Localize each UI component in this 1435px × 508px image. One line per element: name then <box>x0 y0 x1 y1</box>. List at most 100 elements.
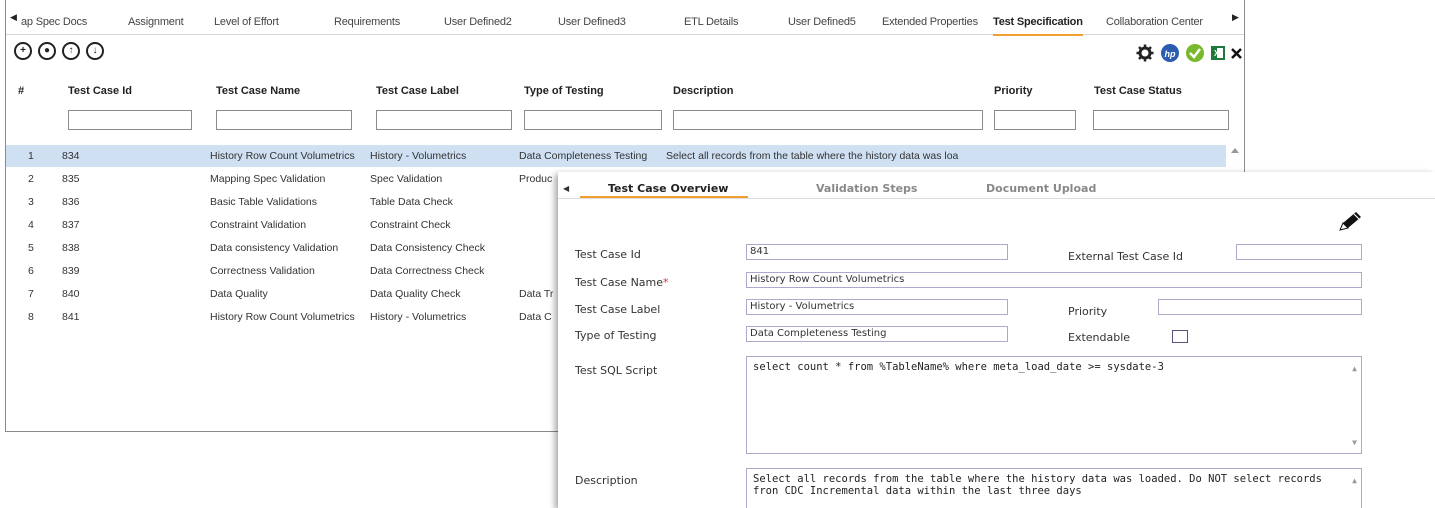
row-test-case-name: History Row Count Volumetrics <box>210 150 355 162</box>
priority-field[interactable] <box>1158 299 1362 315</box>
column-header-test-case-status[interactable]: Test Case Status <box>1094 85 1182 97</box>
column-header-test-case-id[interactable]: Test Case Id <box>68 85 132 97</box>
test-sql-script-text: select count * from %TableName% where me… <box>753 361 1164 373</box>
tab-bar: ◀ ap Spec Docs Assignment Level of Effor… <box>6 0 1244 36</box>
row-test-case-id: 837 <box>62 219 80 231</box>
row-test-case-name: History Row Count Volumetrics <box>210 311 355 323</box>
filter-test-case-label[interactable] <box>376 110 512 130</box>
detail-tab-bar: ◀ Test Case Overview Validation Steps Do… <box>558 172 1435 199</box>
tab-user-defined5[interactable]: User Defined5 <box>788 16 856 34</box>
tab-etl-details[interactable]: ETL Details <box>684 16 738 34</box>
row-test-case-name: Correctness Validation <box>210 265 315 277</box>
row-test-case-label: History - Volumetrics <box>370 150 467 162</box>
test-case-label-field[interactable]: History - Volumetrics <box>746 299 1008 315</box>
sql-scroll-down-icon[interactable]: ▼ <box>1352 437 1357 449</box>
label-description: Description <box>575 474 638 487</box>
tab-document-upload[interactable]: Document Upload <box>986 182 1096 198</box>
checkmark-icon[interactable] <box>1186 44 1204 62</box>
test-case-id-field[interactable]: 841 <box>746 244 1008 260</box>
description-textarea[interactable]: Select all records from the table where … <box>746 468 1362 508</box>
tab-collaboration-center[interactable]: Collaboration Center <box>1106 16 1203 34</box>
label-test-case-label: Test Case Label <box>575 303 661 316</box>
tab-requirements[interactable]: Requirements <box>334 16 400 34</box>
hp-alm-icon[interactable]: hp <box>1161 44 1179 62</box>
filter-type-of-testing[interactable] <box>524 110 662 130</box>
row-test-case-label: Data Quality Check <box>370 288 461 300</box>
row-test-case-id: 836 <box>62 196 80 208</box>
move-down-icon[interactable]: ↓ <box>86 42 104 60</box>
tab-test-case-overview[interactable]: Test Case Overview <box>580 182 748 198</box>
row-test-case-id: 839 <box>62 265 80 277</box>
row-test-case-label: Constraint Check <box>370 219 451 231</box>
row-number: 2 <box>28 173 34 185</box>
tab-map-spec-docs[interactable]: ap Spec Docs <box>21 16 87 34</box>
tab-assignment[interactable]: Assignment <box>128 16 184 34</box>
sql-scroll-up-icon[interactable]: ▲ <box>1352 363 1357 375</box>
row-test-case-name: Constraint Validation <box>210 219 307 231</box>
row-number: 1 <box>28 150 34 162</box>
tab-scroll-right-icon[interactable]: ▶ <box>1232 12 1239 23</box>
tab-test-specification[interactable]: Test Specification <box>993 16 1083 36</box>
row-number: 6 <box>28 265 34 277</box>
row-type-of-testing: Data Completeness Testing <box>519 150 648 162</box>
row-description: Select all records from the table where … <box>666 150 959 162</box>
filter-priority[interactable] <box>994 110 1076 130</box>
row-test-case-label: Spec Validation <box>370 173 443 185</box>
row-test-case-label: History - Volumetrics <box>370 311 467 323</box>
row-test-case-id: 841 <box>62 311 80 323</box>
description-text: Select all records from the table where … <box>753 473 1322 497</box>
test-sql-script-textarea[interactable]: select count * from %TableName% where me… <box>746 356 1362 454</box>
settings-gear-icon[interactable] <box>1136 44 1154 62</box>
label-extendable: Extendable <box>1068 331 1131 344</box>
excel-export-icon[interactable]: X <box>1209 44 1227 62</box>
type-of-testing-field[interactable]: Data Completeness Testing <box>746 326 1008 342</box>
row-number: 3 <box>28 196 34 208</box>
row-type-of-testing: Data C <box>519 311 552 323</box>
label-priority: Priority <box>1068 305 1108 318</box>
grid-scrollbar[interactable] <box>1226 145 1244 175</box>
column-header-priority[interactable]: Priority <box>994 85 1033 97</box>
row-number: 8 <box>28 311 34 323</box>
tab-user-defined2[interactable]: User Defined2 <box>444 16 512 34</box>
label-test-sql-script: Test SQL Script <box>575 364 658 377</box>
label-type-of-testing: Type of Testing <box>575 329 657 342</box>
filter-test-case-status[interactable] <box>1093 110 1229 130</box>
toolbar: + ● ↑ ↓ hp X <box>6 34 1244 70</box>
row-test-case-name: Data Quality <box>210 288 268 300</box>
row-test-case-id: 835 <box>62 173 80 185</box>
pencil-edit-icon[interactable] <box>1338 210 1364 235</box>
row-number: 7 <box>28 288 34 300</box>
tab-extended-properties[interactable]: Extended Properties <box>882 16 978 34</box>
row-test-case-label: Data Correctness Check <box>370 265 485 277</box>
description-scroll-up-icon[interactable]: ▲ <box>1352 475 1357 487</box>
label-test-case-id: Test Case Id <box>575 248 641 261</box>
test-case-name-field[interactable]: History Row Count Volumetrics <box>746 272 1362 288</box>
filter-test-case-name[interactable] <box>216 110 352 130</box>
column-header-test-case-label[interactable]: Test Case Label <box>376 85 459 97</box>
row-test-case-name: Mapping Spec Validation <box>210 173 326 185</box>
row-number: 5 <box>28 242 34 254</box>
row-test-case-label: Data Consistency Check <box>370 242 485 254</box>
detail-tab-scroll-left-icon[interactable]: ◀ <box>563 184 569 193</box>
column-header-description[interactable]: Description <box>673 85 734 97</box>
table-row[interactable]: 1 834 History Row Count Volumetrics History… <box>6 145 1226 167</box>
svg-text:X: X <box>1214 49 1220 58</box>
extendable-checkbox[interactable] <box>1172 330 1188 343</box>
row-test-case-label: Table Data Check <box>370 196 453 208</box>
external-test-case-id-field[interactable] <box>1236 244 1362 260</box>
move-up-icon[interactable]: ↑ <box>62 42 80 60</box>
tab-level-of-effort[interactable]: Level of Effort <box>214 16 279 34</box>
row-type-of-testing: Data Tr <box>519 288 554 300</box>
row-type-of-testing: Produc <box>519 173 553 185</box>
close-icon[interactable] <box>1230 44 1244 62</box>
tab-validation-steps[interactable]: Validation Steps <box>816 182 917 198</box>
delete-icon[interactable]: ● <box>38 42 56 60</box>
filter-description[interactable] <box>673 110 983 130</box>
column-header-type-of-testing[interactable]: Type of Testing <box>524 85 604 97</box>
add-icon[interactable]: + <box>14 42 32 60</box>
tab-user-defined3[interactable]: User Defined3 <box>558 16 626 34</box>
filter-test-case-id[interactable] <box>68 110 192 130</box>
tab-scroll-left-icon[interactable]: ◀ <box>10 12 17 23</box>
column-header-number: # <box>18 85 25 97</box>
column-header-test-case-name[interactable]: Test Case Name <box>216 85 300 97</box>
